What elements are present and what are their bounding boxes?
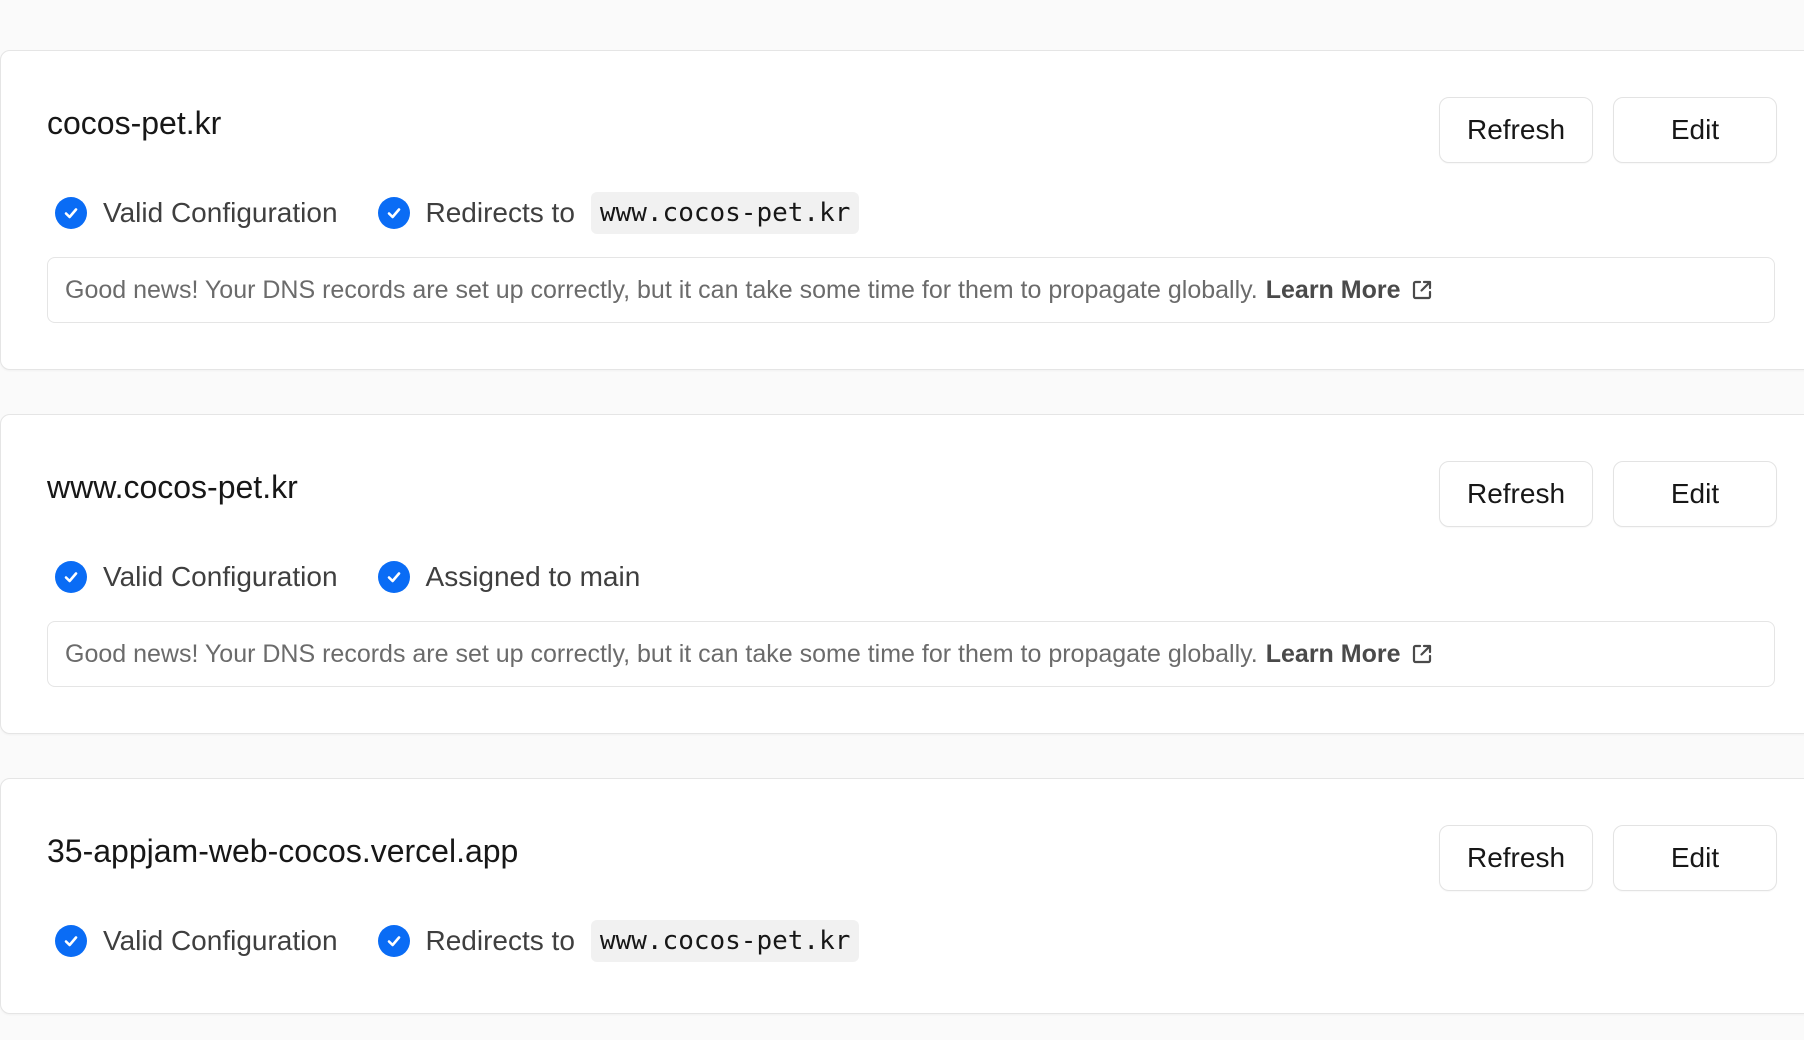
status-label: Redirects to: [425, 197, 575, 228]
check-circle-icon: [55, 925, 87, 957]
status-label: Redirects to: [425, 925, 575, 956]
status-label: Valid Configuration: [103, 197, 338, 228]
edit-button[interactable]: Edit: [1613, 461, 1777, 527]
learn-more-link[interactable]: Learn More: [1266, 640, 1433, 669]
refresh-button[interactable]: Refresh: [1439, 97, 1593, 163]
valid-configuration-status: Valid Configuration: [55, 561, 338, 593]
page: { "colors": { "check_blue": "#0a6cf5", "…: [0, 0, 1804, 1040]
external-link-icon: [1411, 643, 1433, 665]
status-row: Valid Configuration Redirects to www.coc…: [55, 919, 860, 963]
learn-more-label: Learn More: [1265, 639, 1401, 668]
redirect-target: www.cocos-pet.kr: [590, 192, 860, 234]
external-link-icon: [1411, 279, 1433, 301]
domain-card: cocos-pet.kr Refresh Edit Valid Configur…: [0, 50, 1804, 370]
check-circle-icon: [55, 197, 87, 229]
refresh-button[interactable]: Refresh: [1439, 825, 1593, 891]
refresh-button[interactable]: Refresh: [1439, 461, 1593, 527]
status-label: Valid Configuration: [103, 925, 338, 956]
domain-name: 35-appjam-web-cocos.vercel.app: [47, 833, 519, 869]
redirect-status: Redirects to www.cocos-pet.kr: [377, 192, 860, 234]
check-circle-icon: [55, 561, 87, 593]
status-label: Assigned to main: [425, 561, 641, 592]
domain-name: cocos-pet.kr: [47, 105, 222, 141]
status-row: Valid Configuration Redirects to www.coc…: [55, 191, 860, 235]
redirect-target: www.cocos-pet.kr: [590, 920, 860, 962]
check-circle-icon: [377, 561, 410, 593]
edit-button[interactable]: Edit: [1613, 825, 1777, 891]
status-label: Valid Configuration: [103, 561, 338, 592]
redirect-status: Redirects to www.cocos-pet.kr: [377, 920, 860, 962]
check-circle-icon: [377, 925, 410, 957]
domain-card: 35-appjam-web-cocos.vercel.app Refresh E…: [0, 778, 1804, 1014]
check-circle-icon: [377, 197, 410, 229]
valid-configuration-status: Valid Configuration: [55, 925, 338, 957]
domain-card: www.cocos-pet.kr Refresh Edit Valid Conf…: [0, 414, 1804, 734]
status-row: Valid Configuration Assigned to main: [55, 555, 640, 599]
learn-more-label: Learn More: [1265, 275, 1401, 304]
assigned-branch-status: Assigned to main: [377, 561, 641, 593]
learn-more-link[interactable]: Learn More: [1266, 276, 1433, 305]
domain-name: www.cocos-pet.kr: [47, 469, 298, 505]
dns-notice: Good news! Your DNS records are set up c…: [47, 257, 1775, 323]
notice-text: Good news! Your DNS records are set up c…: [65, 639, 1258, 668]
edit-button[interactable]: Edit: [1613, 97, 1777, 163]
notice-text: Good news! Your DNS records are set up c…: [65, 275, 1258, 304]
valid-configuration-status: Valid Configuration: [55, 197, 338, 229]
dns-notice: Good news! Your DNS records are set up c…: [47, 621, 1775, 687]
